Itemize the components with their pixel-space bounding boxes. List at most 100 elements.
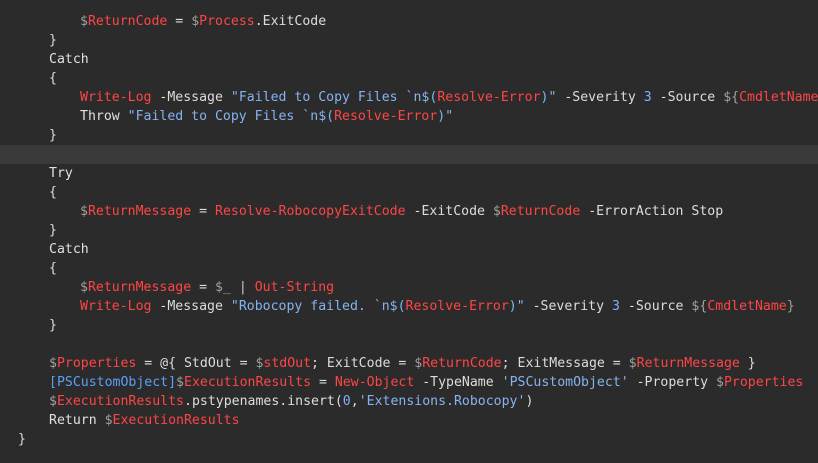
code-line[interactable]: { bbox=[0, 183, 818, 202]
code-token-dollar: $ bbox=[49, 394, 57, 409]
code-line[interactable]: Catch bbox=[0, 240, 818, 259]
code-token-variable: CmdletName bbox=[707, 299, 787, 314]
code-line[interactable]: Catch bbox=[0, 50, 818, 69]
code-token-default: } bbox=[739, 356, 756, 371]
code-token-dollar: $ bbox=[104, 413, 113, 428]
code-line[interactable]: } bbox=[0, 221, 818, 240]
code-token-variable: Write-Log bbox=[80, 90, 152, 105]
code-token-default: = @{ StdOut = bbox=[136, 356, 256, 371]
code-token-default: ) bbox=[525, 394, 534, 409]
code-token-keyword: Catch bbox=[49, 242, 89, 257]
code-line[interactable]: Write-Log -Message "Failed to Copy Files… bbox=[0, 88, 818, 107]
code-editor[interactable]: $ReturnCode = $Process.ExitCode} Catch{Wr… bbox=[0, 0, 818, 463]
code-token-default: -ExitCode bbox=[405, 204, 493, 219]
code-token-default: -Source bbox=[619, 299, 692, 314]
code-token-variable: Process bbox=[199, 14, 255, 29]
code-token-variable: ReturnCode bbox=[87, 14, 168, 29]
code-token-variable: ExecutionResults bbox=[56, 394, 184, 409]
code-token-keyword: Return bbox=[49, 413, 105, 428]
code-line[interactable]: Write-Log -Message "Robocopy failed. `n$… bbox=[0, 297, 818, 316]
code-token-default: -Message bbox=[151, 90, 231, 105]
code-token-dollar: ${ bbox=[723, 90, 740, 105]
code-token-default: -Property bbox=[628, 375, 717, 390]
code-token-variable: ReturnCode bbox=[500, 204, 581, 219]
code-token-dollar: $ bbox=[716, 375, 724, 390]
code-token-keyword: Throw bbox=[80, 109, 128, 124]
code-token-variable: ReturnMessage bbox=[636, 356, 740, 371]
code-token-default: -TypeName bbox=[414, 375, 502, 390]
code-token-dollar: $ bbox=[80, 280, 88, 295]
code-token-number: 0 bbox=[342, 394, 351, 409]
code-line[interactable]: } bbox=[0, 31, 818, 50]
code-token-variable: CmdletName bbox=[739, 90, 818, 105]
code-token-string: "Robocopy failed. `n$( bbox=[230, 299, 406, 314]
code-token-default: -Severity bbox=[556, 90, 644, 105]
code-token-variable: Properties bbox=[723, 375, 804, 390]
code-token-default: , bbox=[350, 394, 359, 409]
code-token-dollar: } bbox=[786, 299, 795, 314]
code-token-dollar: $ bbox=[49, 356, 57, 371]
current-line[interactable] bbox=[0, 145, 818, 164]
code-token-variable: Write-Log bbox=[80, 299, 152, 314]
code-token-default: .pstypenames.insert( bbox=[184, 394, 343, 409]
code-line[interactable]: $ReturnCode = $Process.ExitCode bbox=[0, 12, 818, 31]
code-line[interactable]: $Properties = @{ StdOut = $stdOut; ExitC… bbox=[0, 354, 818, 373]
code-token-keyword: Catch bbox=[49, 52, 89, 67]
code-token-string: )" bbox=[540, 90, 557, 105]
code-line[interactable]: } bbox=[0, 316, 818, 335]
code-line[interactable]: } bbox=[0, 430, 818, 449]
code-token-default: } bbox=[18, 432, 26, 447]
code-token-string: )" bbox=[437, 109, 454, 124]
code-line[interactable]: $ExecutionResults.pstypenames.insert(0,'… bbox=[0, 392, 818, 411]
code-token-default: { bbox=[49, 71, 57, 86]
code-token-default: { bbox=[49, 185, 57, 200]
code-line[interactable]: [PSCustomObject]$ExecutionResults = New-… bbox=[0, 373, 818, 392]
code-line[interactable]: } bbox=[0, 126, 818, 145]
code-line[interactable]: $ReturnMessage = Resolve-RobocopyExitCod… bbox=[0, 202, 818, 221]
code-token-dollar: $ bbox=[191, 14, 200, 29]
code-token-operator: | bbox=[230, 280, 255, 295]
code-token-dollar: $ bbox=[80, 204, 88, 219]
code-token-default: = bbox=[311, 375, 335, 390]
code-line[interactable]: Return $ExecutionResults bbox=[0, 411, 818, 430]
code-token-dollar: $ bbox=[80, 14, 88, 29]
code-token-string: 'PSCustomObject' bbox=[501, 375, 629, 390]
code-token-default: -Source bbox=[651, 90, 724, 105]
code-token-variable: Resolve-Error bbox=[437, 90, 541, 105]
code-token-variable: Resolve-Error bbox=[334, 109, 438, 124]
code-token-dollar: $ bbox=[176, 375, 184, 390]
code-token-default: -Severity bbox=[524, 299, 612, 314]
code-token-variable: ReturnMessage bbox=[87, 204, 192, 219]
code-token-default: = bbox=[167, 14, 192, 29]
code-token-string: "Failed to Copy Files `n$( bbox=[127, 109, 335, 124]
code-token-variable: ExecutionResults bbox=[184, 375, 312, 390]
code-token-default: } bbox=[49, 223, 57, 238]
code-token-default: = bbox=[191, 204, 215, 219]
code-token-dollar: $_ bbox=[215, 280, 231, 295]
code-token-keyword: Try bbox=[49, 166, 73, 181]
code-line[interactable] bbox=[0, 335, 818, 354]
code-token-variable: Out-String bbox=[254, 280, 335, 295]
code-token-string: 'Extensions.Robocopy' bbox=[358, 394, 526, 409]
code-line[interactable]: Throw "Failed to Copy Files `n$(Resolve-… bbox=[0, 107, 818, 126]
code-token-default: ; ExitMessage = bbox=[501, 356, 629, 371]
code-line[interactable]: { bbox=[0, 69, 818, 88]
code-token-variable: ReturnMessage bbox=[87, 280, 192, 295]
code-token-default: ; ExitCode = bbox=[311, 356, 415, 371]
code-line[interactable]: { bbox=[0, 259, 818, 278]
code-token-variable: Resolve-Error bbox=[405, 299, 509, 314]
code-token-number: 3 bbox=[643, 90, 652, 105]
code-token-variable: Properties bbox=[56, 356, 137, 371]
code-token-dollar: $ bbox=[628, 356, 637, 371]
code-token-default: .ExitCode bbox=[254, 14, 327, 29]
code-token-variable: stdOut bbox=[263, 356, 312, 371]
code-line[interactable]: $ReturnMessage = $_ | Out-String bbox=[0, 278, 818, 297]
code-token-default: -ErrorAction Stop bbox=[580, 204, 724, 219]
code-token-dollar: ${ bbox=[691, 299, 708, 314]
code-token-string: )" bbox=[508, 299, 525, 314]
code-token-number: 3 bbox=[612, 299, 620, 314]
code-token-type: [PSCustomObject] bbox=[49, 375, 177, 390]
code-token-dollar: $ bbox=[492, 204, 501, 219]
code-line[interactable]: Try bbox=[0, 164, 818, 183]
code-token-default: -Message bbox=[151, 299, 231, 314]
